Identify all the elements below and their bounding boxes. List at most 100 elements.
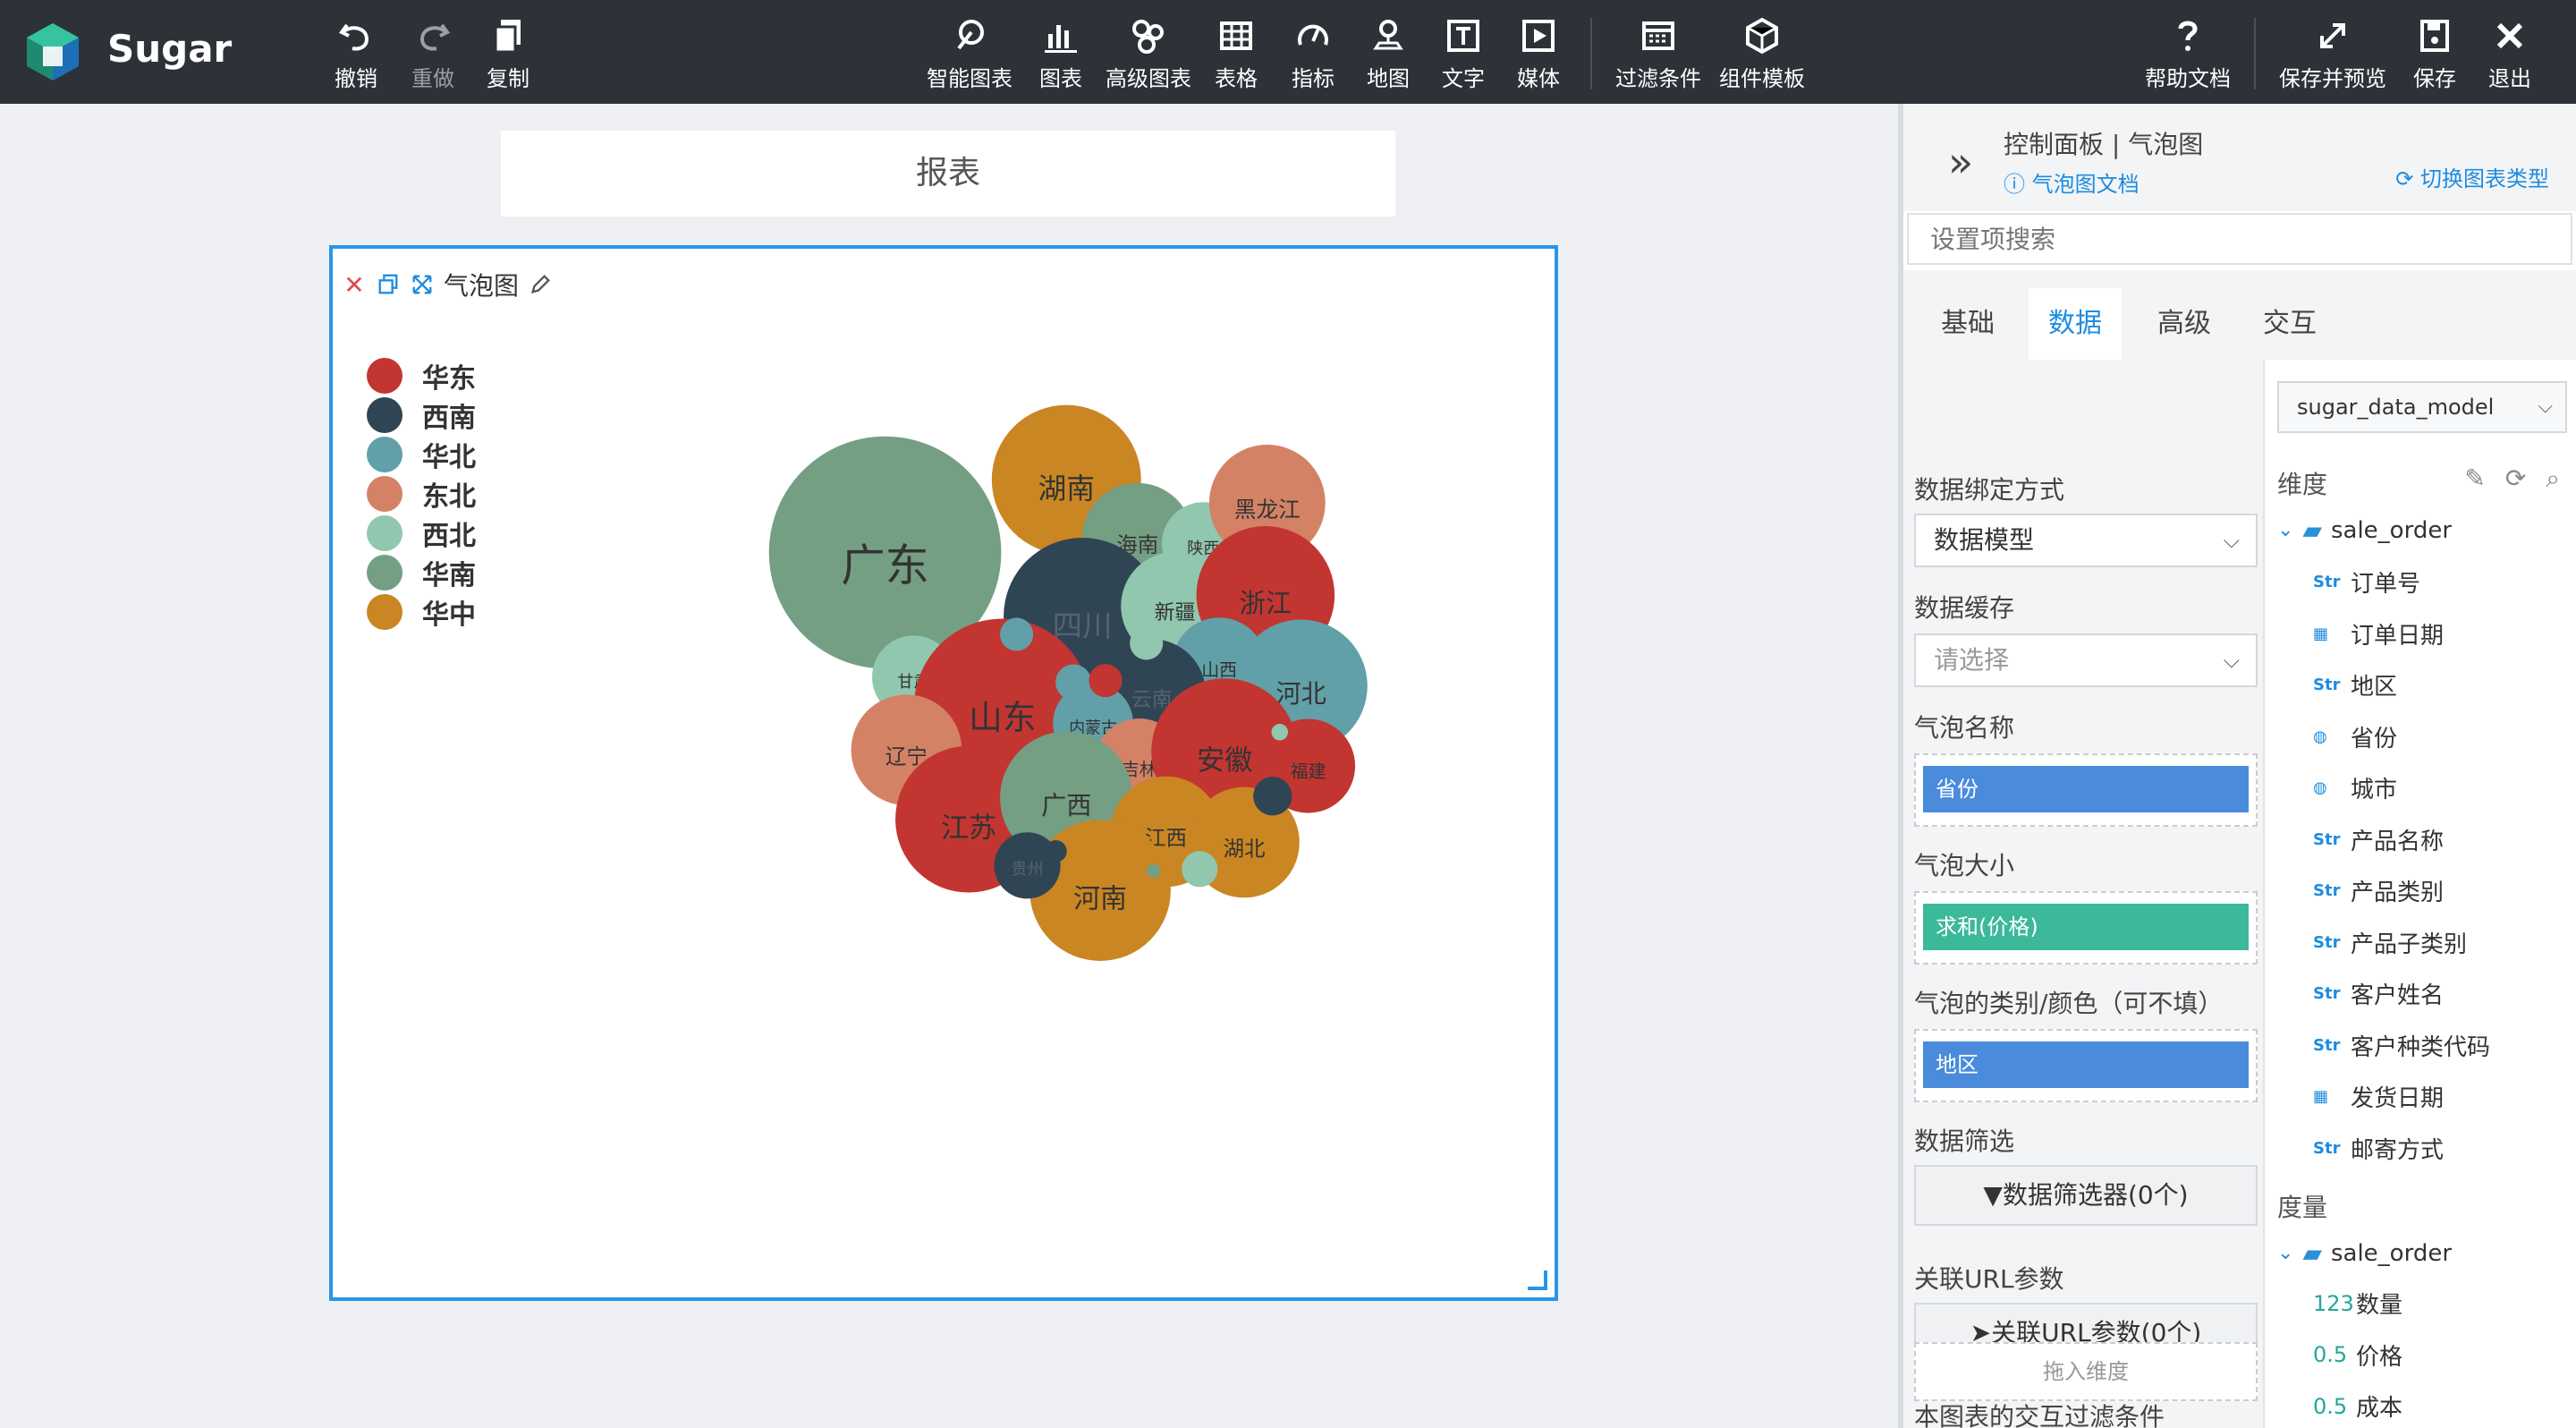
measure-field[interactable]: 0.5 成本 — [2313, 1390, 2402, 1423]
bubble[interactable] — [1182, 851, 1218, 888]
bubble-size-drop[interactable]: 求和(价格) — [1914, 891, 2258, 965]
dimension-field[interactable]: Str 邮寄方式 — [2313, 1132, 2444, 1165]
bubble-label: 湖南 — [1038, 473, 1095, 506]
bubble-name-drop[interactable]: 省份 — [1914, 753, 2258, 827]
help-label: 帮助文档 — [2145, 66, 2231, 91]
advanced-chart-button[interactable]: 高级图表 — [1106, 16, 1191, 93]
number-type-icon: 0.5 — [2313, 1393, 2348, 1419]
table-button[interactable]: 表格 — [1215, 16, 1258, 93]
bubble[interactable] — [1130, 626, 1164, 660]
field-name: 客户种类代码 — [2351, 1033, 2491, 1061]
advanced-chart-icon — [1132, 20, 1164, 54]
bubble[interactable] — [1055, 664, 1092, 701]
dimension-folder[interactable]: ⌄ ▰ sale_order — [2277, 515, 2452, 545]
data-model-select[interactable]: sugar_data_model ⌵ — [2277, 381, 2567, 433]
media-play-icon — [1522, 20, 1555, 52]
dimension-field[interactable]: Str 地区 — [2313, 668, 2397, 701]
smart-chart-icon — [957, 20, 984, 50]
bind-mode-select[interactable]: 数据模型 ⌵ — [1914, 514, 2258, 567]
refresh-icon: ⟳ — [2395, 166, 2420, 191]
dimension-field[interactable]: Str 产品子类别 — [2313, 926, 2467, 959]
data-filter-label: 数据筛选 — [1914, 1126, 2015, 1156]
undo-button[interactable]: 撤销 — [335, 16, 377, 93]
bubble-label: 黑龙江 — [1234, 497, 1301, 523]
bubble-size-pill[interactable]: 求和(价格) — [1923, 904, 2249, 950]
field-name: 产品名称 — [2351, 828, 2445, 855]
save-label: 保存 — [2413, 66, 2456, 91]
bubble-label: 贵州 — [1012, 860, 1044, 879]
chart-label: 图表 — [1039, 66, 1082, 91]
dimension-field[interactable]: Str 客户种类代码 — [2313, 1029, 2490, 1062]
tab-advanced[interactable]: 高级 — [2138, 288, 2231, 360]
bubble-label: 四川 — [1053, 608, 1113, 643]
report-title[interactable]: 报表 — [501, 131, 1395, 217]
bubble-category-drop[interactable]: 地区 — [1914, 1029, 2258, 1102]
bubble-name-pill[interactable]: 省份 — [1923, 766, 2249, 812]
bubble[interactable] — [1000, 617, 1034, 651]
dimension-field[interactable]: ▦ 订单日期 — [2313, 617, 2444, 650]
dimension-field[interactable]: Str 产品名称 — [2313, 823, 2444, 856]
refresh-icon[interactable]: ⟳ — [2505, 463, 2526, 494]
tab-interaction[interactable]: 交互 — [2243, 288, 2336, 360]
toolbar-divider — [1590, 18, 1592, 89]
dimension-field[interactable]: ◍ 城市 — [2313, 771, 2397, 804]
bind-mode-value: 数据模型 — [1934, 525, 2035, 555]
cache-select[interactable]: 请选择 ⌵ — [1914, 633, 2258, 687]
bind-mode-label: 数据绑定方式 — [1914, 475, 2065, 505]
bubble-label: 广西 — [1041, 791, 1091, 820]
switch-chart-type-link[interactable]: ⟳ 切换图表类型 — [2395, 161, 2549, 192]
interact-filter-drop[interactable]: 拖入维度 — [1914, 1342, 2258, 1401]
resize-handle[interactable] — [1528, 1271, 1547, 1290]
data-filter-button[interactable]: ▼数据筛选器(0个) — [1914, 1165, 2258, 1226]
edit-pencil-icon[interactable]: ✎ — [2464, 463, 2485, 494]
chevron-down-icon: ⌵ — [2538, 395, 2553, 418]
field-name: 产品类别 — [2351, 880, 2445, 906]
search-icon[interactable]: ⌕ — [2546, 463, 2560, 494]
copy-button[interactable]: 复制 — [487, 16, 530, 93]
template-button[interactable]: 组件模板 — [1719, 16, 1805, 93]
bubble[interactable] — [1253, 777, 1292, 816]
undo-icon — [338, 23, 369, 51]
chevron-down-icon: ⌵ — [2223, 648, 2240, 673]
tab-basic[interactable]: 基础 — [1921, 288, 2014, 360]
save-button[interactable]: 保存 — [2413, 16, 2456, 93]
media-button[interactable]: 媒体 — [1517, 16, 1560, 93]
setting-search-input[interactable] — [1907, 213, 2572, 265]
help-button[interactable]: 帮助文档 — [2145, 16, 2231, 93]
bubble[interactable] — [1146, 863, 1161, 878]
smart-chart-button[interactable]: 智能图表 — [927, 16, 1013, 93]
data-model-value: sugar_data_model — [2297, 395, 2495, 420]
filter-button[interactable]: 过滤条件 — [1615, 16, 1701, 93]
measure-field[interactable]: 0.5 价格 — [2313, 1339, 2402, 1372]
text-icon — [1447, 20, 1479, 52]
data-filter-btn-label: 数据筛选器(0个) — [2002, 1180, 2189, 1210]
bubble-label: 福建 — [1291, 761, 1326, 782]
field-name: 地区 — [2351, 674, 2398, 701]
chart-doc-link[interactable]: ⓘ 气泡图文档 — [2004, 166, 2140, 198]
text-button[interactable]: 文字 — [1442, 16, 1485, 93]
sugar-logo-icon — [27, 23, 79, 81]
dimension-field[interactable]: ◍ 省份 — [2313, 720, 2397, 753]
exit-button[interactable]: 退出 — [2488, 16, 2531, 93]
bubble[interactable] — [1044, 840, 1067, 863]
panel-header: » 控制面板 | 气泡图 ⓘ 气泡图文档 ⟳ 切换图表类型 — [1903, 104, 2576, 211]
dimension-field[interactable]: ▦ 发货日期 — [2313, 1080, 2444, 1113]
measure-field[interactable]: 123 数量 — [2313, 1287, 2402, 1320]
bubble-chart-widget[interactable]: ✕ 气泡图 华东 西南 华北 东北 西北 华南 华中 广东 湖南 海南 陕西 黑龙江 四川 新疆 浙江 甘肃… — [329, 245, 1558, 1301]
number-type-icon: 123 — [2313, 1290, 2354, 1316]
measure-folder[interactable]: ⌄ ▰ sale_order — [2277, 1238, 2452, 1268]
bubble[interactable] — [1271, 723, 1289, 741]
redo-button[interactable]: 重做 — [411, 16, 454, 93]
map-button[interactable]: 地图 — [1367, 16, 1410, 93]
chart-button[interactable]: 图表 — [1039, 16, 1082, 93]
string-type-icon: Str — [2313, 881, 2341, 900]
dimension-field[interactable]: Str 订单号 — [2313, 565, 2420, 599]
dimension-field[interactable]: Str 客户姓名 — [2313, 977, 2444, 1010]
bubble[interactable] — [1089, 664, 1123, 698]
collapse-panel-icon[interactable]: » — [1948, 138, 1973, 186]
bubble-category-pill[interactable]: 地区 — [1923, 1041, 2249, 1088]
tab-data[interactable]: 数据 — [2029, 288, 2122, 360]
save-preview-button[interactable]: 保存并预览 — [2279, 16, 2386, 93]
indicator-button[interactable]: 指标 — [1292, 16, 1335, 93]
dimension-field[interactable]: Str 产品类别 — [2313, 874, 2444, 907]
